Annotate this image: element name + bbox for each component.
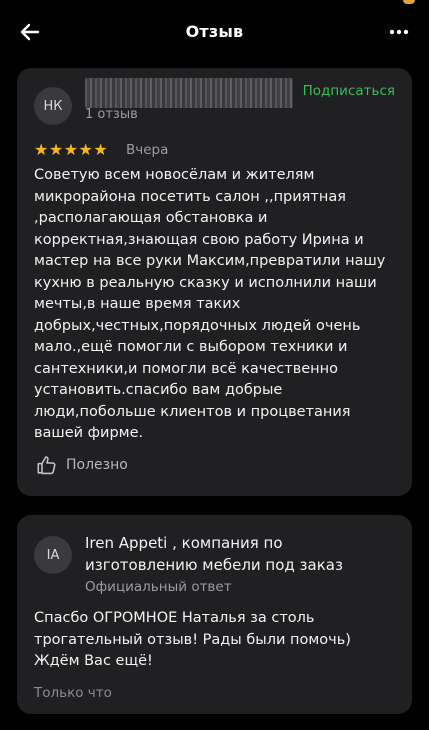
official-reply-label: Официальный ответ — [85, 579, 232, 595]
reviewer-avatar[interactable]: НК — [34, 87, 72, 125]
rating-stars: ★★★★★ — [34, 140, 109, 159]
review-text: Советую всем новосёлам и жителям микрора… — [34, 167, 386, 441]
useful-button[interactable]: Полезно — [36, 454, 128, 476]
more-dots-icon — [389, 29, 409, 35]
subscribe-button[interactable]: Подписаться — [303, 83, 395, 99]
useful-label: Полезно — [66, 457, 128, 473]
more-button[interactable] — [387, 20, 411, 44]
reply-time: Только что — [34, 685, 112, 701]
reviewer-review-count: 1 отзыв — [85, 107, 138, 122]
review-card: НК 1 отзыв Подписаться ★★★★★ Вчера Совет… — [17, 68, 412, 496]
page-title: Отзыв — [185, 22, 244, 41]
company-avatar[interactable]: IA — [34, 536, 72, 574]
thumbs-up-icon — [37, 456, 56, 475]
company-reply-card: IA Iren Appeti , компания по изготовлени… — [17, 515, 412, 714]
reviewer-name-redacted[interactable] — [85, 78, 293, 108]
company-name[interactable]: Iren Appeti , компания по изготовлению м… — [85, 532, 395, 576]
review-date: Вчера — [126, 142, 169, 158]
reply-text: Спасбо ОГРОМНОЕ Наталья за столь трогате… — [34, 610, 351, 669]
top-bar: Отзыв — [0, 0, 429, 64]
